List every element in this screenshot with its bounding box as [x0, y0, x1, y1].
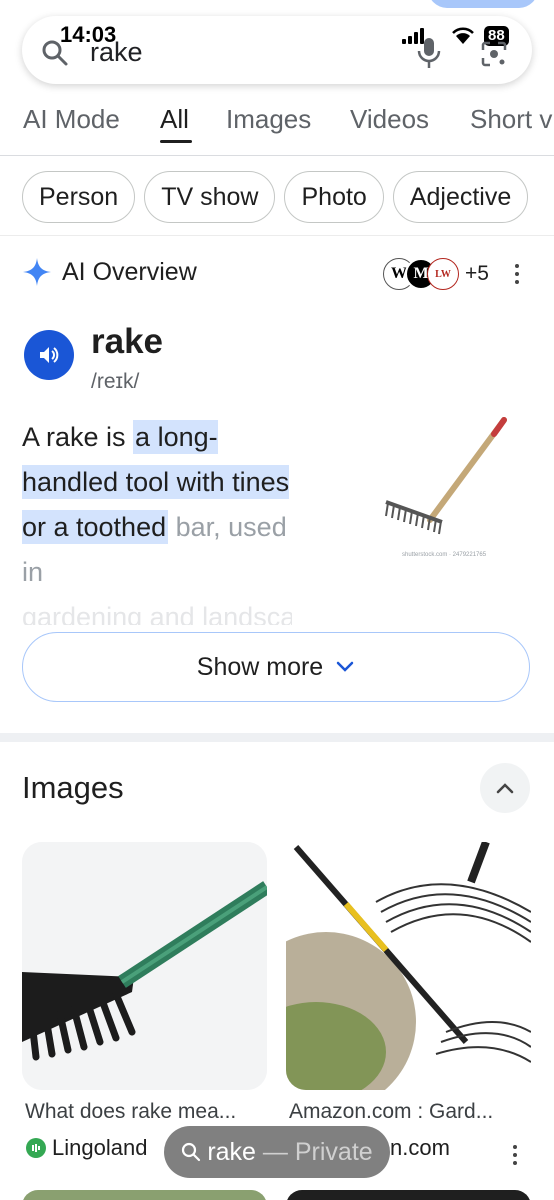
chip-person[interactable]: Person [22, 171, 136, 223]
lens-icon[interactable] [480, 40, 508, 73]
image-result-1[interactable] [22, 842, 267, 1090]
chevron-down-icon [336, 661, 354, 672]
active-tab-indicator [160, 140, 192, 143]
speaker-icon [40, 347, 59, 363]
collapse-images-button[interactable] [480, 763, 530, 813]
show-more-label: Show more [196, 652, 324, 681]
image-result-1-caption[interactable]: What does rake mea... [25, 1100, 236, 1124]
chip-adjective[interactable]: Adjective [392, 171, 529, 223]
sources-more-count: +5 [465, 262, 489, 285]
pronunciation-speaker-button[interactable] [24, 330, 74, 380]
image-result-2[interactable] [286, 842, 531, 1090]
lingoland-favicon-icon [26, 1138, 46, 1158]
definition-faded-line: gardening and landscaping to [22, 602, 292, 625]
sparkle-icon [23, 258, 51, 286]
images-section-title: Images [22, 770, 124, 805]
image-result-1-source[interactable]: Lingoland [26, 1135, 147, 1161]
pronunciation-text: /reɪk/ [91, 370, 140, 393]
divider [0, 235, 554, 236]
ai-overview-title: AI Overview [62, 257, 197, 286]
wifi-icon [452, 27, 474, 44]
ai-sources[interactable]: W M LW +5 [383, 258, 489, 290]
refine-chips: Person TV show Photo Adjective [22, 171, 529, 223]
search-tabs: AI Mode All Images Videos Short v [0, 100, 554, 156]
chevron-up-icon [496, 783, 514, 794]
image-result-1-source-label: Lingoland [52, 1135, 148, 1160]
private-pill-query: rake [207, 1137, 256, 1166]
image-result-2-source-label: n.com [390, 1135, 450, 1160]
tab-all[interactable]: All [160, 104, 189, 135]
dictionary-logo-icon: LW [427, 258, 459, 290]
search-icon [182, 1142, 201, 1162]
dictionary-word: rake [91, 322, 164, 361]
definition-prefix: A rake is [22, 422, 134, 452]
private-pill-mode: Private [294, 1137, 373, 1166]
tab-ai-mode[interactable]: AI Mode [23, 104, 120, 135]
image-result-2-caption[interactable]: Amazon.com : Gard... [289, 1100, 493, 1124]
image-credit: shutterstock.com · 2479221765 [402, 552, 487, 558]
search-query[interactable]: rake [90, 37, 143, 68]
rake-thumbnail-image[interactable] [370, 410, 530, 570]
show-more-button[interactable]: Show more [22, 632, 530, 702]
ai-overview-definition: A rake is a long-handled tool with tines… [22, 415, 292, 625]
tab-short-videos[interactable]: Short v [470, 104, 552, 135]
more-options-icon[interactable] [514, 264, 520, 284]
private-search-pill[interactable]: rake — Private [164, 1126, 390, 1178]
chip-tv-show[interactable]: TV show [144, 171, 276, 223]
image-result-2-source[interactable]: n.com [390, 1135, 450, 1161]
image-result-2-more-icon[interactable] [512, 1145, 518, 1165]
section-separator [0, 733, 554, 742]
tab-videos[interactable]: Videos [350, 104, 429, 135]
chip-photo[interactable]: Photo [284, 171, 384, 223]
mic-icon[interactable] [416, 36, 442, 75]
tab-images[interactable]: Images [226, 104, 311, 135]
search-icon [40, 38, 70, 68]
image-result-4-peek[interactable] [286, 1190, 531, 1200]
private-pill-separator: — [255, 1137, 295, 1166]
image-result-3-peek[interactable] [22, 1190, 267, 1200]
top-accent-pill [428, 0, 538, 8]
ai-overview-header: AI Overview [22, 257, 197, 287]
